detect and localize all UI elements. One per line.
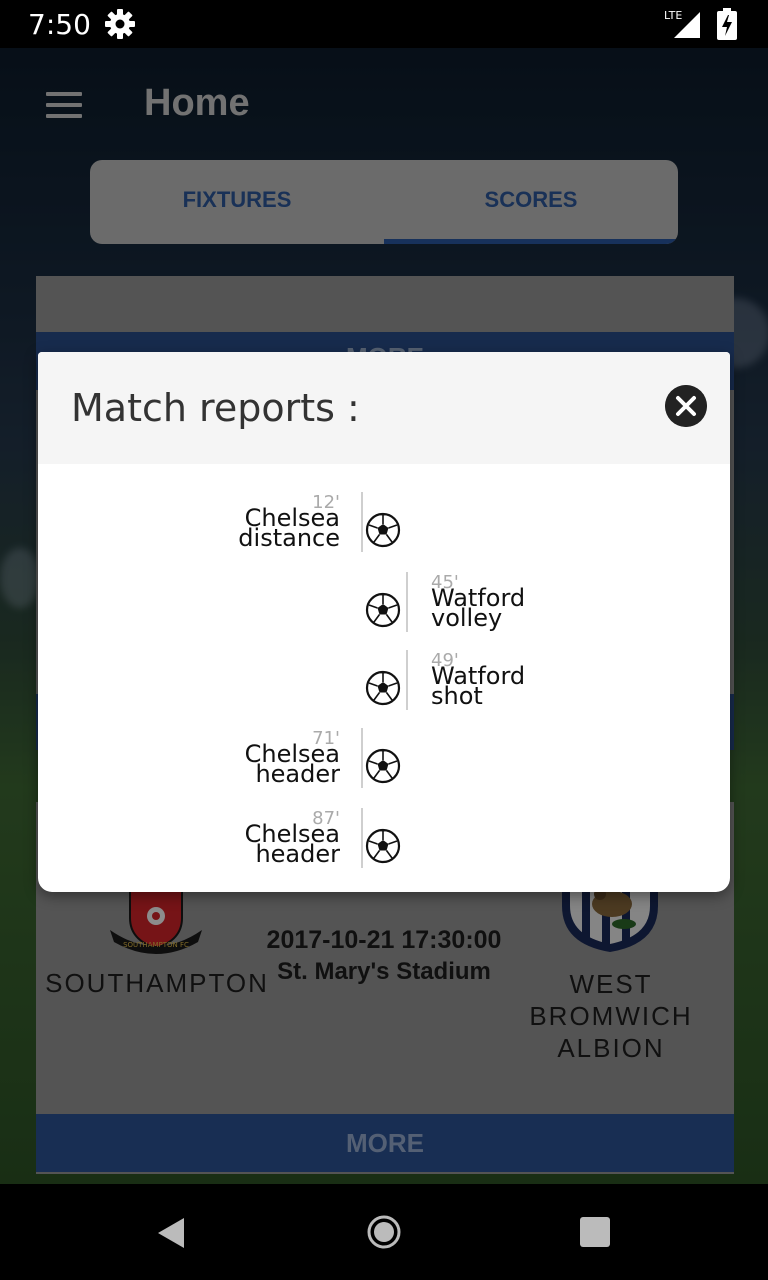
timeline-line <box>406 650 408 710</box>
goal-timeline: 12' Chelsea distance 45' Watford volley 49' Wat… <box>38 464 730 892</box>
goal-type: shot <box>431 682 483 710</box>
goal-event: 87' Chelsea header <box>38 808 730 872</box>
soccer-ball-icon <box>365 670 401 706</box>
soccer-ball-icon <box>365 828 401 864</box>
dialog-header: Match reports : <box>38 352 730 464</box>
signal-icon: LTE <box>664 9 700 38</box>
status-bar: 7:50 LTE <box>0 0 768 48</box>
timeline-line <box>361 728 363 788</box>
goal-type: distance <box>238 524 340 552</box>
goal-event: 12' Chelsea distance <box>38 492 730 556</box>
gear-icon <box>105 9 135 39</box>
navigation-bar <box>0 1184 768 1280</box>
timeline-line <box>406 572 408 632</box>
match-reports-dialog: Match reports : 12' Chelsea distance 45' Wat… <box>38 352 730 892</box>
soccer-ball-icon <box>365 748 401 784</box>
goal-event: 45' Watford volley <box>38 572 730 636</box>
home-icon[interactable] <box>366 1214 402 1250</box>
close-icon[interactable] <box>665 385 707 427</box>
battery-icon <box>717 8 737 40</box>
goal-type: volley <box>431 604 503 632</box>
soccer-ball-icon <box>365 592 401 628</box>
goal-type: header <box>255 760 340 788</box>
goal-type: header <box>255 840 340 868</box>
network-type: LTE <box>664 9 682 22</box>
timeline-line <box>361 492 363 552</box>
screen: 7:50 LTE Home FIXTURES SCORES SOUTHAMPTO… <box>0 0 768 1280</box>
goal-event: 71' Chelsea header <box>38 728 730 792</box>
back-icon[interactable] <box>154 1216 188 1250</box>
status-time: 7:50 <box>28 8 91 41</box>
soccer-ball-icon <box>365 512 401 548</box>
goal-event: 49' Watford shot <box>38 650 730 714</box>
timeline-line <box>361 808 363 868</box>
dialog-title: Match reports : <box>71 386 360 430</box>
recent-apps-icon[interactable] <box>580 1217 610 1247</box>
